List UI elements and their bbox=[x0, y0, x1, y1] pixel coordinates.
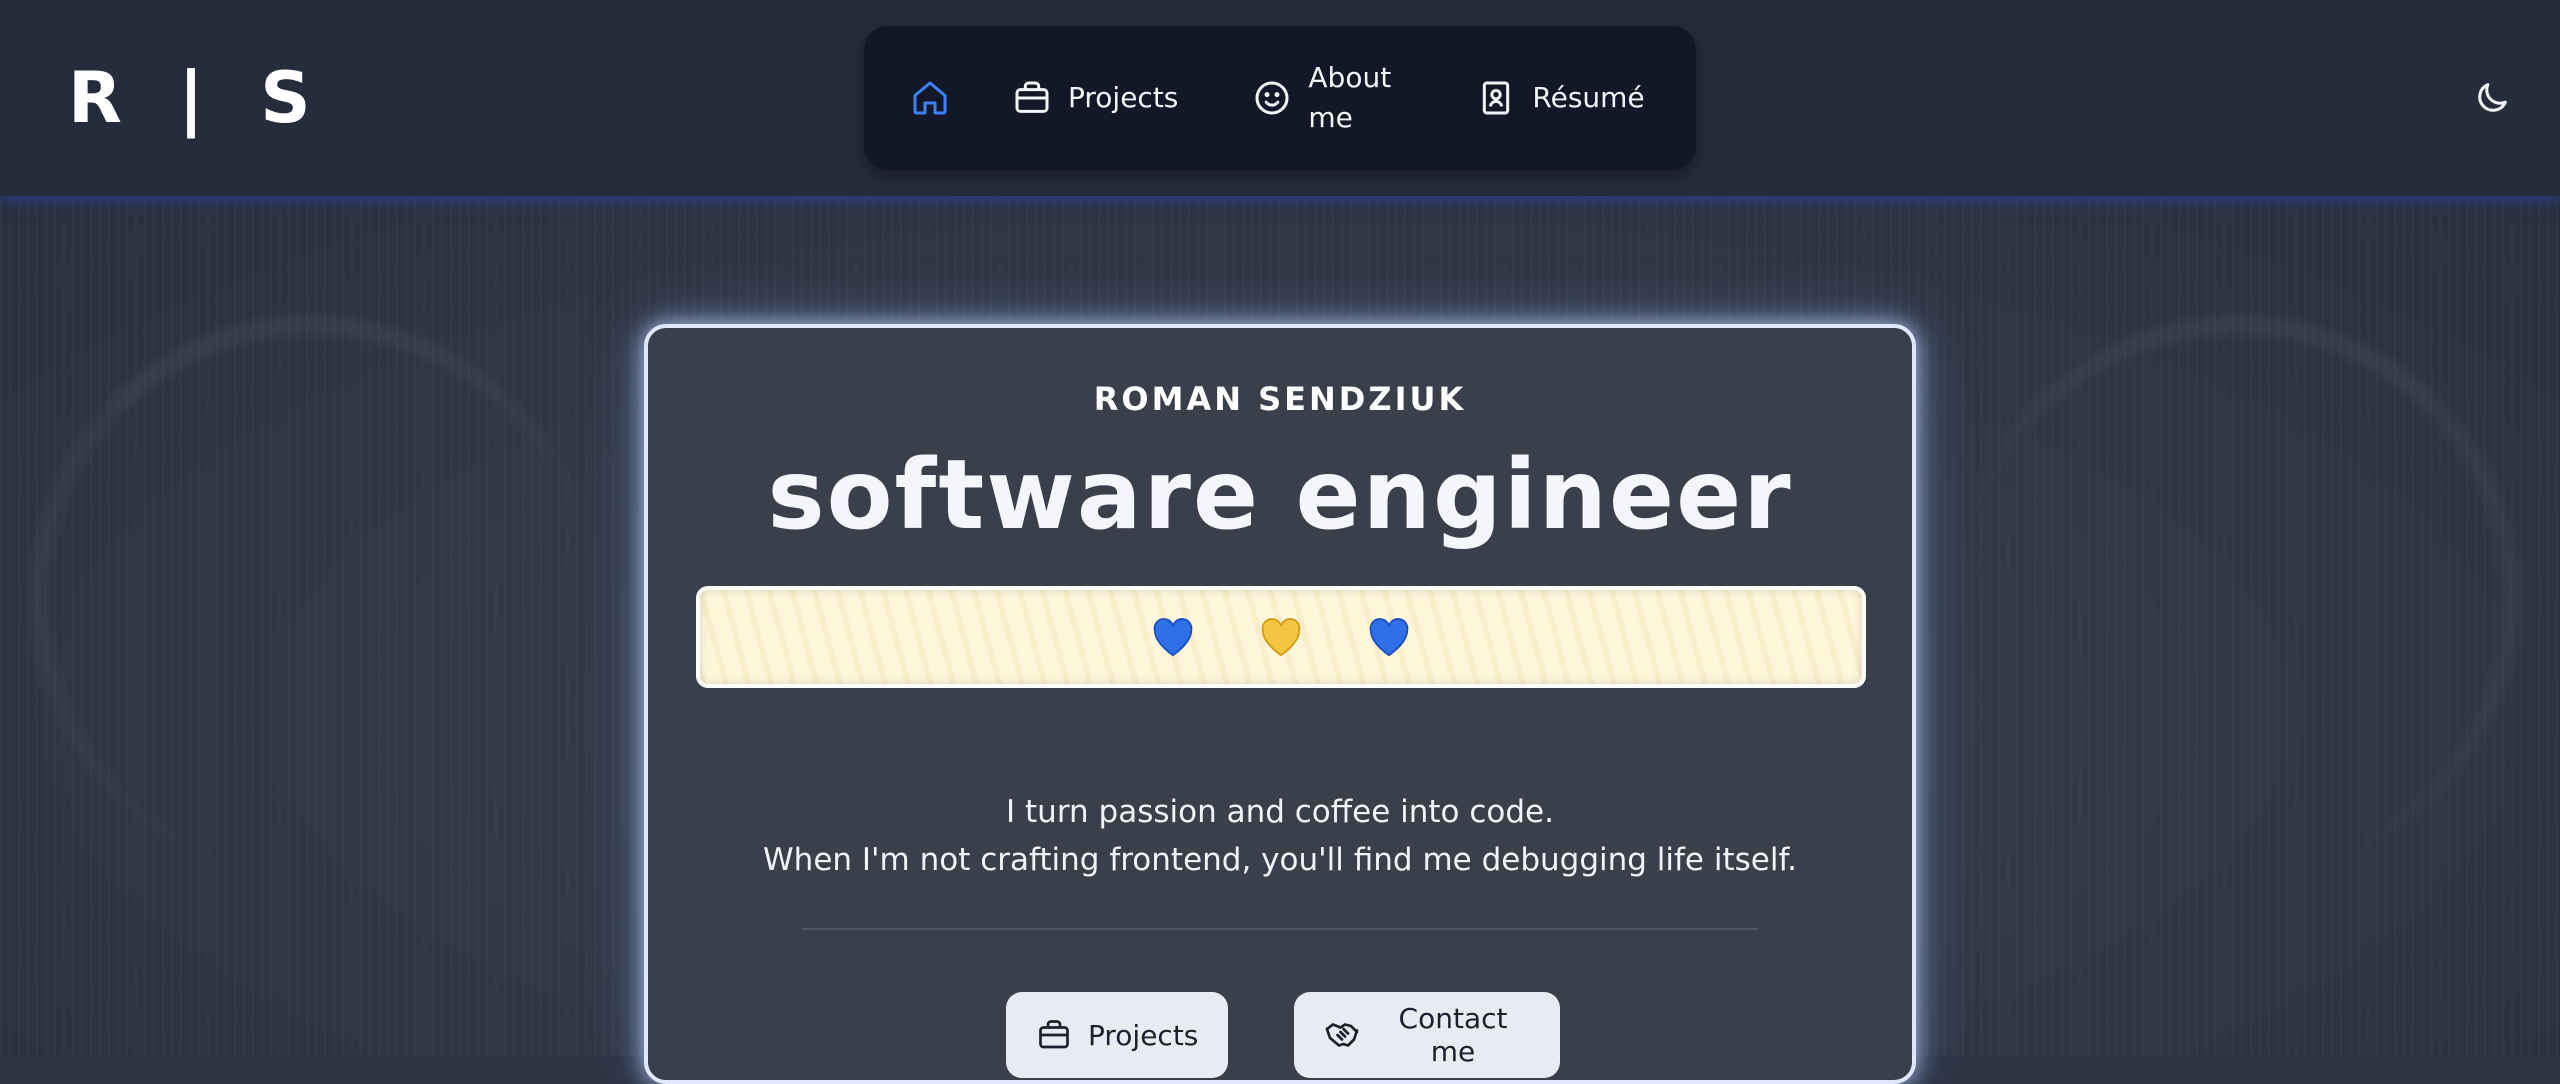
owner-name: ROMAN SENDZIUK bbox=[1093, 380, 1467, 418]
tagline-line-2: When I'm not crafting frontend, you'll f… bbox=[763, 842, 1797, 878]
briefcase-icon bbox=[1012, 78, 1052, 118]
nav-projects[interactable]: Projects bbox=[1012, 78, 1178, 118]
handshake-icon bbox=[1324, 1017, 1360, 1053]
background-arc-right bbox=[1960, 316, 2520, 876]
contact-book-icon bbox=[1476, 78, 1516, 118]
nav-about[interactable]: About me bbox=[1252, 58, 1398, 138]
hero-card: ROMAN SENDZIUK software engineer I turn … bbox=[644, 324, 1916, 1084]
contact-button[interactable]: Contact me bbox=[1294, 992, 1560, 1078]
divider bbox=[802, 928, 1758, 930]
smile-icon bbox=[1252, 78, 1292, 118]
projects-button[interactable]: Projects bbox=[1006, 992, 1228, 1078]
theme-toggle-button[interactable] bbox=[2472, 78, 2512, 118]
blue-heart-icon bbox=[1367, 617, 1411, 657]
yellow-heart-icon bbox=[1259, 617, 1303, 657]
top-header: R | S Projects About me Résumé bbox=[0, 0, 2560, 196]
nav-home[interactable] bbox=[910, 78, 950, 118]
moon-icon bbox=[2472, 83, 2512, 122]
hearts-banner bbox=[696, 586, 1866, 688]
blue-heart-icon bbox=[1151, 617, 1195, 657]
site-logo[interactable]: R | S bbox=[68, 58, 327, 138]
tagline-line-1: I turn passion and coffee into code. bbox=[1006, 794, 1554, 830]
home-icon bbox=[910, 78, 950, 118]
nav-projects-label: Projects bbox=[1068, 81, 1179, 114]
projects-button-label: Projects bbox=[1088, 1018, 1199, 1052]
nav-resume[interactable]: Résumé bbox=[1476, 78, 1645, 118]
nav-resume-label: Résumé bbox=[1532, 81, 1645, 114]
briefcase-icon bbox=[1036, 1017, 1072, 1053]
main-nav: Projects About me Résumé bbox=[864, 26, 1696, 170]
tagline: I turn passion and coffee into code. Whe… bbox=[648, 788, 1912, 884]
background-arc-left bbox=[30, 316, 590, 876]
job-title: software engineer bbox=[767, 439, 1793, 551]
contact-button-label: Contact me bbox=[1398, 1002, 1508, 1068]
nav-about-label: About me bbox=[1308, 61, 1392, 134]
